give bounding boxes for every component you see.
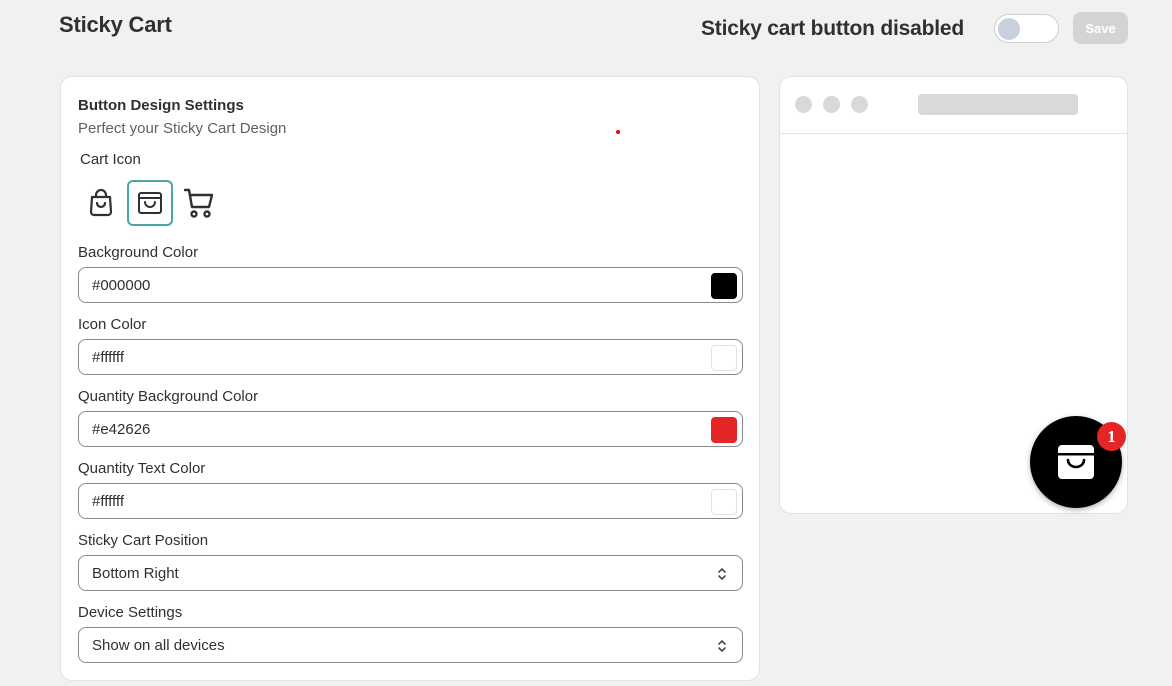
bag-icon-option[interactable] (78, 180, 124, 226)
qty-bg-color-value: #e42626 (92, 421, 151, 438)
chevron-up-down-icon (718, 640, 726, 652)
device-settings-value: Show on all devices (92, 637, 225, 654)
sticky-cart-toggle[interactable] (994, 14, 1059, 43)
box-bag-icon (1058, 445, 1094, 479)
card-subtitle: Perfect your Sticky Cart Design (78, 120, 287, 137)
icon-color-field[interactable]: #ffffff (78, 339, 743, 375)
qty-text-color-field[interactable]: #ffffff (78, 483, 743, 519)
icon-color-value: #ffffff (92, 349, 124, 366)
toggle-knob (998, 18, 1020, 40)
preview-url-bar (918, 94, 1078, 115)
qty-text-color-label: Quantity Text Color (78, 460, 206, 477)
window-dot (851, 96, 868, 113)
qty-text-color-value: #ffffff (92, 493, 124, 510)
background-color-field[interactable]: #000000 (78, 267, 743, 303)
status-label: Sticky cart button disabled (701, 17, 964, 40)
position-value: Bottom Right (92, 565, 179, 582)
cart-icon (183, 188, 214, 218)
card-title: Button Design Settings (78, 97, 244, 114)
device-settings-label: Device Settings (78, 604, 183, 621)
button-design-settings-card: Button Design Settings Perfect your Stic… (60, 76, 760, 681)
position-label: Sticky Cart Position (78, 532, 209, 549)
chevron-up-down-icon (718, 568, 726, 580)
bag-icon (89, 188, 113, 217)
preview-browser-bar (780, 77, 1127, 134)
save-button[interactable]: Save (1073, 12, 1128, 44)
background-color-label: Background Color (78, 244, 199, 261)
window-dot (823, 96, 840, 113)
background-color-swatch[interactable] (711, 273, 737, 299)
box-bag-icon (138, 192, 162, 214)
icon-color-label: Icon Color (78, 316, 147, 333)
qty-bg-color-field[interactable]: #e42626 (78, 411, 743, 447)
cart-icon-option[interactable] (176, 180, 222, 226)
page-title: Sticky Cart (59, 12, 172, 37)
device-settings-select[interactable]: Show on all devices (78, 627, 743, 663)
window-dot (795, 96, 812, 113)
background-color-value: #000000 (92, 277, 151, 294)
qty-text-color-swatch[interactable] (711, 489, 737, 515)
cursor-marker (616, 130, 620, 134)
cart-icon-label: Cart Icon (80, 151, 141, 168)
icon-color-swatch[interactable] (711, 345, 737, 371)
position-select[interactable]: Bottom Right (78, 555, 743, 591)
quantity-badge: 1 (1097, 422, 1126, 451)
qty-bg-color-label: Quantity Background Color (78, 388, 259, 405)
box-bag-icon-option[interactable] (127, 180, 173, 226)
qty-bg-color-swatch[interactable] (711, 417, 737, 443)
